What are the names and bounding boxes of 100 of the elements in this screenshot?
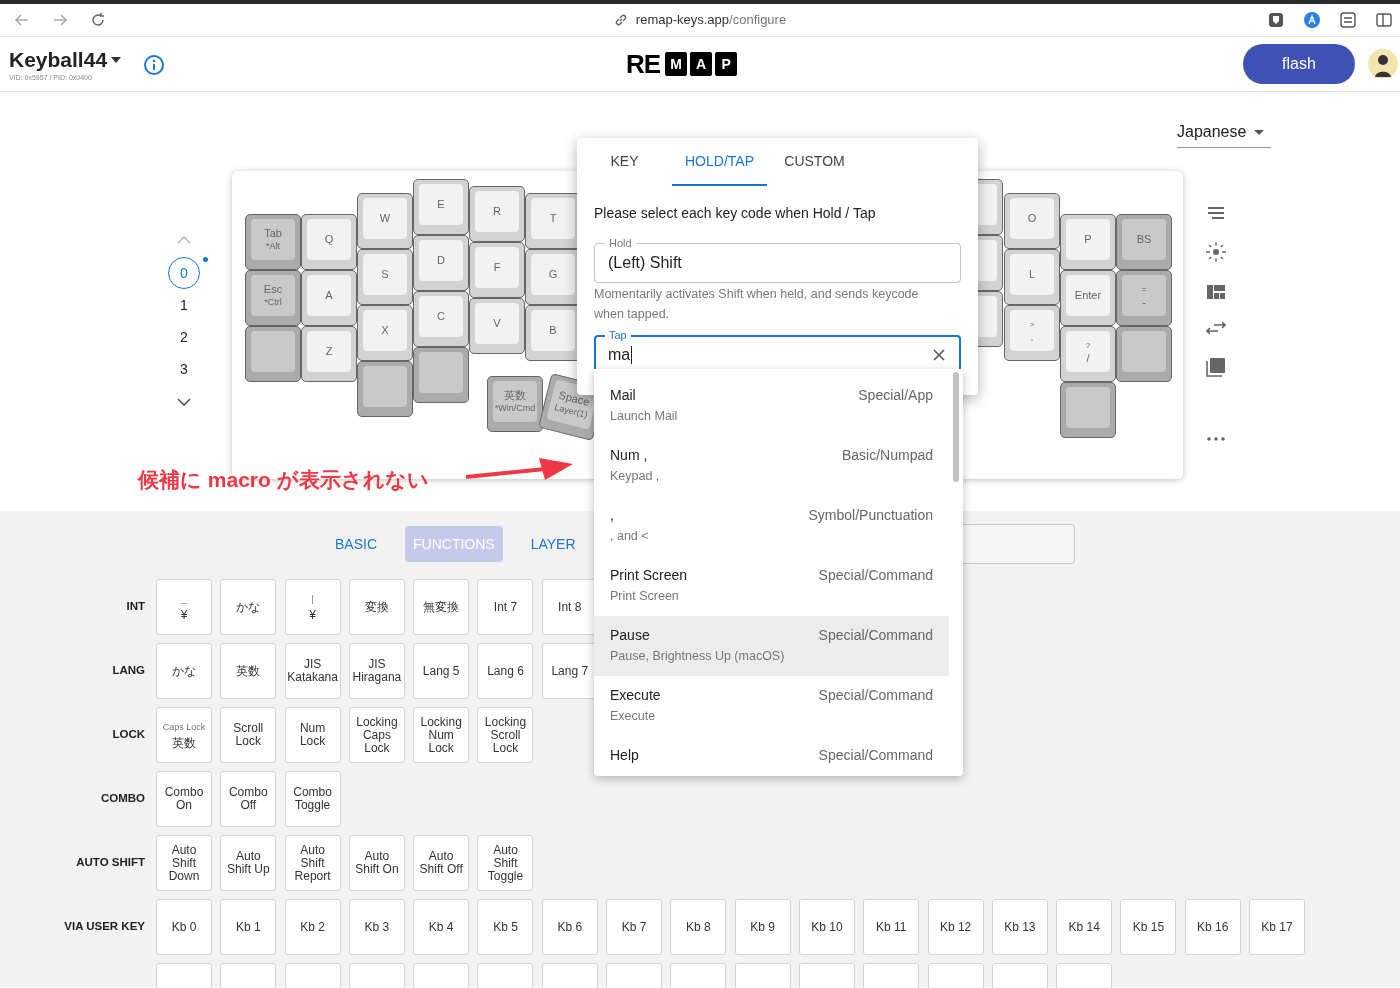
key[interactable]: E xyxy=(413,179,469,235)
key[interactable]: R xyxy=(469,186,525,242)
key[interactable]: F xyxy=(469,242,525,298)
keycode-button[interactable]: Kb 13 xyxy=(991,899,1048,955)
key[interactable]: D xyxy=(413,235,469,291)
key[interactable]: 英数 *Win/Cmd xyxy=(487,376,543,432)
keycode-button[interactable]: Auto Shift On xyxy=(348,835,405,891)
key[interactable]: S xyxy=(357,249,413,305)
keycode-button[interactable]: 変換 xyxy=(348,579,405,635)
keycode-button[interactable]: かな xyxy=(156,643,212,699)
keyboard-name[interactable]: Keyball44 xyxy=(9,46,108,73)
keycode-button[interactable]: JIS Hiragana xyxy=(348,643,405,699)
key[interactable]: BS xyxy=(1116,214,1172,270)
keycode-button[interactable]: Combo On xyxy=(156,771,212,827)
sidebar-icon[interactable] xyxy=(1376,12,1392,28)
keycode-button[interactable]: Kb 3 xyxy=(348,899,405,955)
key[interactable]: V xyxy=(469,298,525,354)
popup-tab[interactable]: HOLD/TAP xyxy=(672,138,767,186)
key[interactable] xyxy=(245,326,301,382)
keycode-button[interactable]: Auto Shift Off xyxy=(413,835,470,891)
keycode-button[interactable]: Kb 5 xyxy=(477,899,534,955)
keycode-button[interactable]: Kb 7 xyxy=(606,899,663,955)
keycode-button[interactable]: Kb 14 xyxy=(1056,899,1113,955)
keycode-button[interactable]: Caps Lock 英数 xyxy=(156,707,212,763)
keycode-button[interactable]: Kb 10 xyxy=(798,899,855,955)
align-icon[interactable] xyxy=(1207,207,1225,219)
key[interactable] xyxy=(413,347,469,403)
sliders-icon[interactable] xyxy=(1340,12,1356,28)
keycode-button[interactable]: Kb 15 xyxy=(1120,899,1177,955)
flash-button[interactable]: flash xyxy=(1243,44,1355,84)
language-select[interactable]: Japanese xyxy=(1177,117,1271,148)
clear-icon[interactable] xyxy=(933,349,945,361)
keycode-button[interactable]: Kb 8 xyxy=(670,899,727,955)
key[interactable]: Z xyxy=(301,326,357,382)
key[interactable]: > . xyxy=(1004,305,1060,361)
suggestion-item[interactable]: Pause Pause, Brightness Up (macOS) Special/Command xyxy=(594,616,949,676)
keycode-button[interactable]: Kb 4 xyxy=(413,899,470,955)
shield-icon[interactable] xyxy=(1268,12,1284,28)
keycode-button[interactable]: Locking Scroll Lock xyxy=(477,707,534,763)
keycode-button[interactable]: Num Lock xyxy=(284,707,341,763)
reload-icon[interactable] xyxy=(90,12,106,28)
keycode-button[interactable]: Auto Shift Down xyxy=(156,835,212,891)
layer-button[interactable]: 3 xyxy=(168,353,200,385)
key[interactable]: W xyxy=(357,193,413,249)
key[interactable]: P xyxy=(1060,214,1116,270)
scrollbar-thumb[interactable] xyxy=(953,372,959,482)
keycode-button[interactable]: Auto Shift Report xyxy=(284,835,341,891)
layout-icon[interactable] xyxy=(1207,285,1225,299)
more-icon[interactable] xyxy=(1207,437,1225,441)
chevron-down-icon[interactable] xyxy=(177,397,191,407)
category-tab[interactable]: BASIC xyxy=(327,526,385,562)
key[interactable]: A xyxy=(301,270,357,326)
keycode-button[interactable]: Kb 11 xyxy=(863,899,920,955)
address-bar[interactable]: remap-keys.app/configure xyxy=(635,10,787,30)
keycode-button[interactable]: | ¥ xyxy=(284,579,341,635)
keycode-button[interactable]: Kb 16 xyxy=(1184,899,1241,955)
keycode-button[interactable]: Scroll Lock xyxy=(220,707,277,763)
chevron-up-icon[interactable] xyxy=(177,235,191,245)
keycode-button[interactable]: Kb 6 xyxy=(541,899,598,955)
key[interactable]: Q xyxy=(301,214,357,270)
keycode-button[interactable]: 英数 xyxy=(220,643,277,699)
key[interactable] xyxy=(1060,382,1116,438)
keycode-button[interactable]: 無変換 xyxy=(413,579,470,635)
keycode-button[interactable]: Locking Caps Lock xyxy=(348,707,405,763)
layer-button[interactable]: 2 xyxy=(168,321,200,353)
key[interactable]: Esc *Ctrl xyxy=(245,270,301,326)
keycode-button[interactable]: Int 7 xyxy=(477,579,534,635)
suggestion-item[interactable]: Help Special/Command xyxy=(594,736,949,776)
translate-icon[interactable] xyxy=(1304,12,1320,28)
keycode-button[interactable]: Kb 1 xyxy=(220,899,277,955)
key[interactable]: X xyxy=(357,305,413,361)
keycode-button[interactable]: JIS Katakana xyxy=(284,643,341,699)
keycode-button[interactable]: _ ¥ xyxy=(156,579,212,635)
key[interactable]: ? / xyxy=(1060,326,1116,382)
key[interactable] xyxy=(1116,326,1172,382)
keycode-button[interactable]: Auto Shift Up xyxy=(220,835,277,891)
keycode-button[interactable]: Kb 2 xyxy=(284,899,341,955)
keycode-button[interactable]: Combo Toggle xyxy=(284,771,341,827)
light-icon[interactable] xyxy=(1205,241,1227,263)
back-icon[interactable] xyxy=(14,12,30,28)
document-icon[interactable] xyxy=(1206,357,1226,377)
keycode-button[interactable]: Lang 5 xyxy=(413,643,470,699)
avatar[interactable] xyxy=(1368,49,1398,79)
key[interactable]: O xyxy=(1004,193,1060,249)
popup-tab[interactable]: KEY xyxy=(577,138,672,186)
key[interactable]: C xyxy=(413,291,469,347)
category-tab[interactable]: LAYER xyxy=(522,526,584,562)
keycode-button[interactable]: かな xyxy=(220,579,277,635)
layer-button[interactable]: 1 xyxy=(168,289,200,321)
key[interactable]: Enter xyxy=(1060,270,1116,326)
info-icon[interactable] xyxy=(143,54,166,76)
keycode-button[interactable]: Auto Shift Toggle xyxy=(477,835,534,891)
keycode-button[interactable]: Kb 12 xyxy=(927,899,984,955)
popup-tab[interactable]: CUSTOM xyxy=(767,138,862,186)
keycode-button[interactable]: Lang 6 xyxy=(477,643,534,699)
forward-icon[interactable] xyxy=(52,12,68,28)
key[interactable]: = - xyxy=(1116,270,1172,326)
keycode-button[interactable]: Combo Off xyxy=(220,771,277,827)
key[interactable]: Tab *Alt xyxy=(245,214,301,270)
key[interactable]: L xyxy=(1004,249,1060,305)
